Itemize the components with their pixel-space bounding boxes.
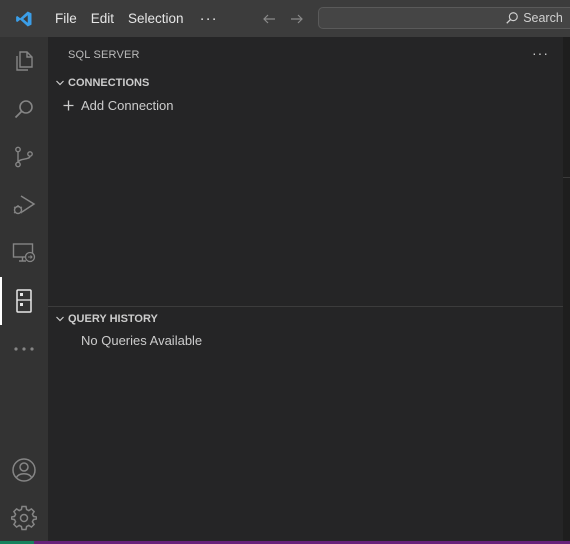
- divider: [563, 177, 570, 178]
- query-history-section: QUERY HISTORY No Queries Available: [48, 308, 563, 352]
- sql-server-icon[interactable]: [0, 277, 48, 325]
- remote-explorer-icon[interactable]: [0, 229, 48, 277]
- section-divider: [48, 306, 563, 307]
- search-label: Search: [523, 11, 563, 25]
- explorer-icon[interactable]: [0, 37, 48, 85]
- menu-selection[interactable]: Selection: [121, 0, 191, 37]
- run-debug-icon[interactable]: [0, 181, 48, 229]
- chevron-down-icon: [52, 314, 68, 324]
- settings-gear-icon[interactable]: [0, 494, 48, 542]
- sidebar-title: SQL SERVER: [68, 48, 140, 61]
- source-control-icon[interactable]: [0, 133, 48, 181]
- command-center-search[interactable]: Search: [318, 7, 570, 29]
- editor-area-edge: [563, 37, 570, 544]
- chevron-down-icon: [52, 78, 68, 88]
- forward-arrow-icon[interactable]: [286, 8, 308, 30]
- more-icon[interactable]: [0, 325, 48, 373]
- sql-server-sidebar: SQL SERVER ··· CONNECTIONS Add Connectio…: [48, 37, 563, 544]
- query-history-title: QUERY HISTORY: [68, 313, 158, 325]
- connections-title: CONNECTIONS: [68, 77, 150, 89]
- sidebar-header: SQL SERVER ···: [48, 37, 563, 72]
- menu-more[interactable]: ···: [191, 0, 227, 37]
- add-connection-label: Add Connection: [81, 97, 174, 113]
- menu-file[interactable]: File: [48, 0, 84, 37]
- title-bar: File Edit Selection ··· Search: [0, 0, 570, 37]
- plus-icon: [60, 100, 76, 111]
- query-history-section-header[interactable]: QUERY HISTORY: [48, 308, 563, 330]
- vscode-logo-icon: [0, 0, 48, 37]
- connections-section-header[interactable]: CONNECTIONS: [48, 72, 563, 94]
- add-connection-item[interactable]: Add Connection: [48, 94, 563, 116]
- navigation-arrows: [258, 0, 308, 37]
- menu-edit[interactable]: Edit: [84, 0, 121, 37]
- accounts-icon[interactable]: [0, 446, 48, 494]
- query-history-empty-message: No Queries Available: [81, 333, 203, 348]
- search-icon: [505, 11, 519, 25]
- back-arrow-icon[interactable]: [258, 8, 280, 30]
- sidebar-more-actions[interactable]: ···: [532, 45, 549, 61]
- search-icon[interactable]: [0, 85, 48, 133]
- activity-bar: [0, 37, 48, 544]
